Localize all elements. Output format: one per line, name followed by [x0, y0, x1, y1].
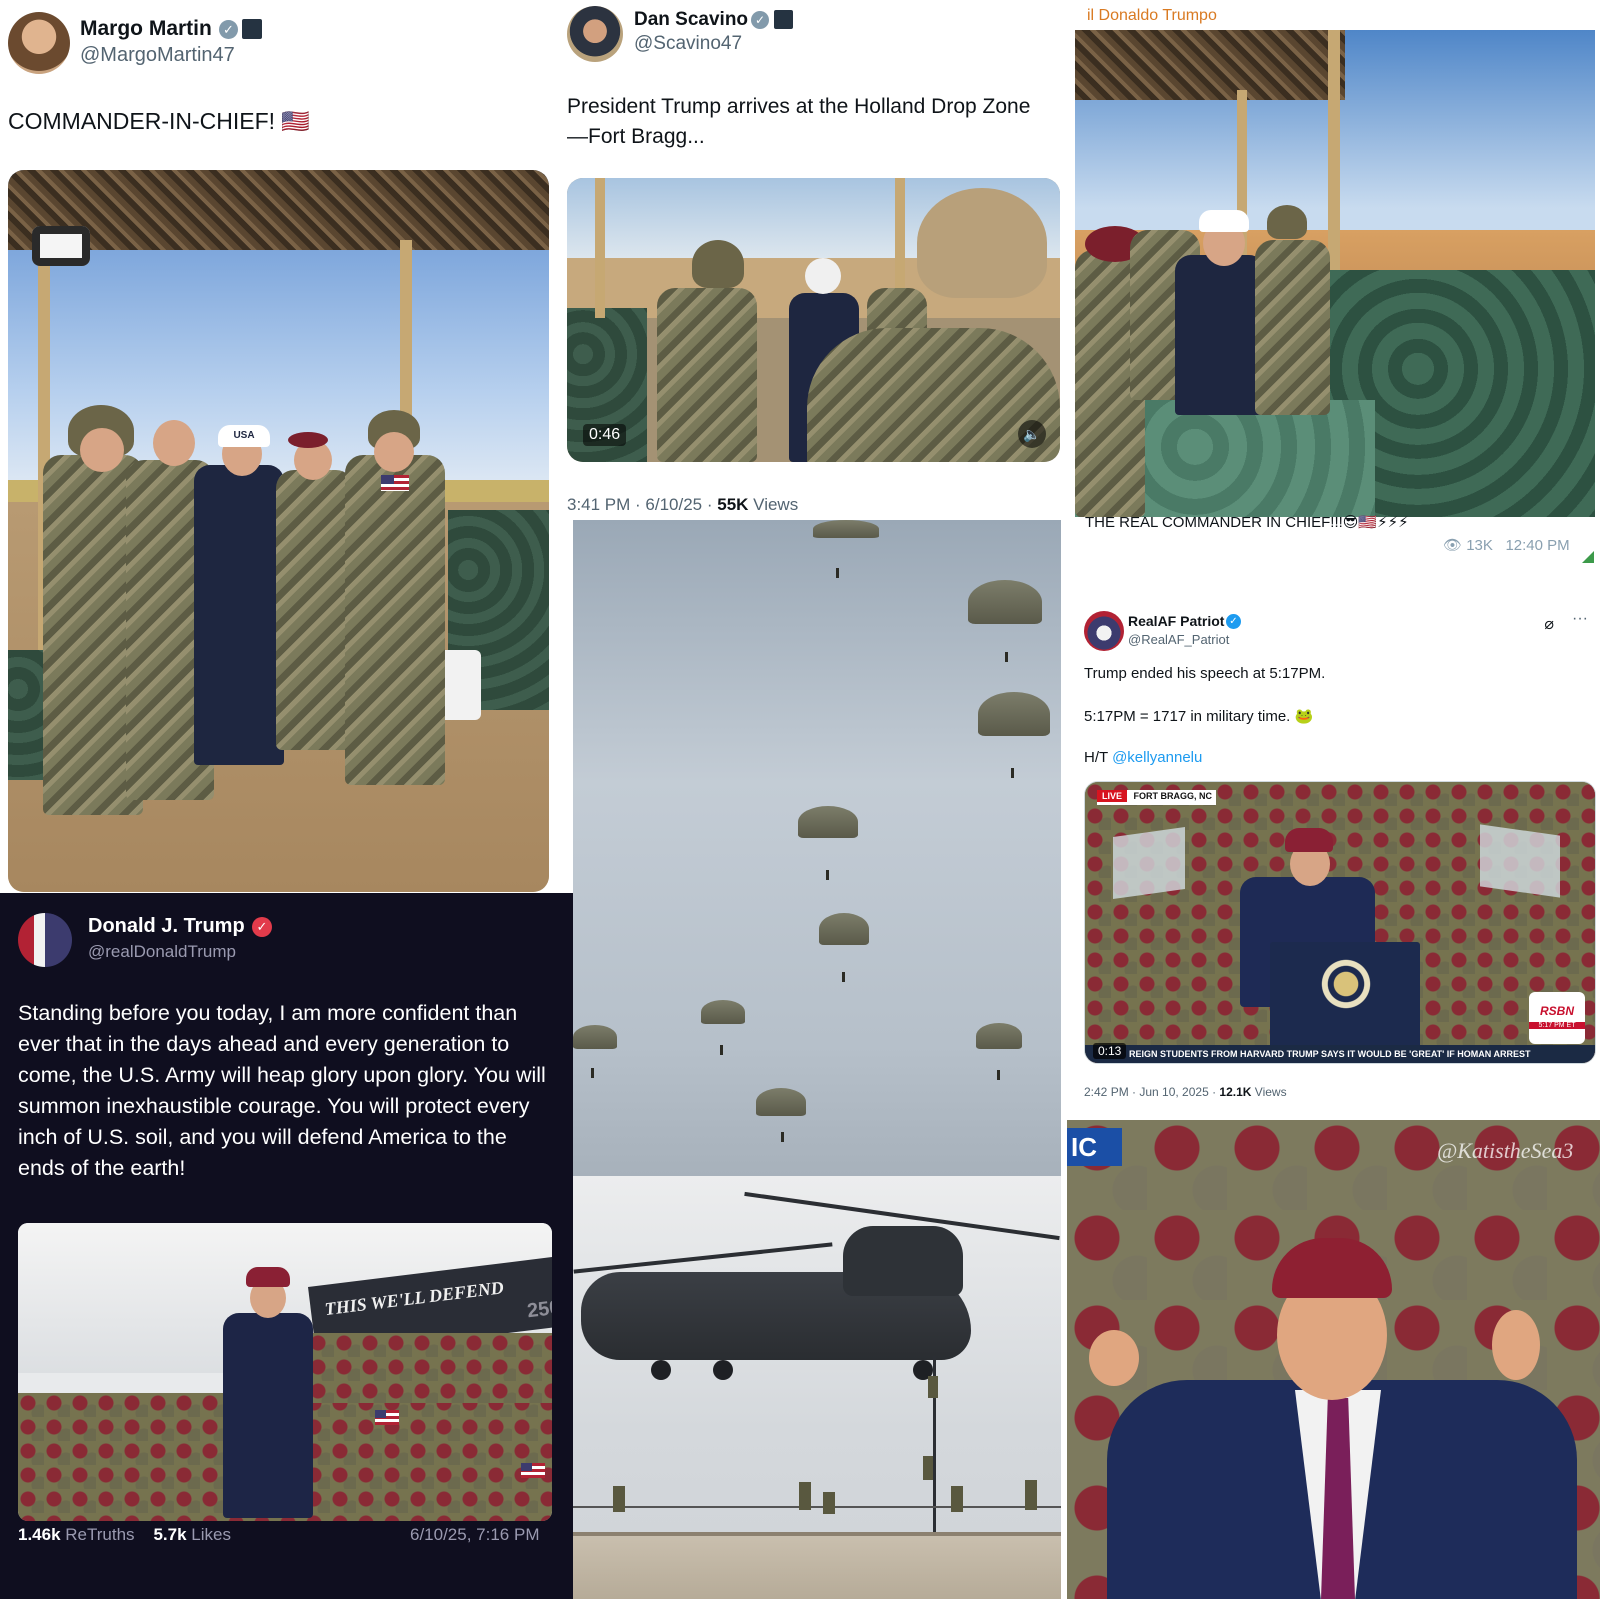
author-handle[interactable]: @realDonaldTrump	[88, 942, 236, 962]
grok-icon[interactable]: ⌀	[1544, 614, 1554, 634]
verified-badge-icon: ✓	[751, 11, 769, 29]
rsbn-logo: RSBN 5:17 PM ET	[1529, 992, 1585, 1044]
teleprompter-right	[1480, 824, 1560, 898]
views-label: Views	[1254, 1085, 1287, 1099]
post-meta: 👁 13K 12:40 PM	[1443, 536, 1570, 554]
hat-tip: H/T @kellyannelu	[1084, 749, 1202, 766]
views-eye-icon: 👁	[1443, 537, 1463, 554]
watermark: @KatistheSea3	[1437, 1138, 1574, 1163]
post-line-1: Trump ended his speech at 5:17PM.	[1084, 665, 1326, 682]
podium	[1270, 942, 1420, 1052]
channel-logo: IC	[1067, 1128, 1122, 1166]
helicopter-photo[interactable]	[573, 1176, 1061, 1599]
likes-count: 5.7k	[153, 1525, 187, 1544]
post-text: Standing before you today, I am more con…	[18, 1001, 546, 1180]
teleprompter-left	[1113, 826, 1185, 900]
post-truth-social[interactable]: Donald J. Trump ✓ @realDonaldTrump Stand…	[0, 893, 573, 1599]
author-handle[interactable]: @RealAF_Patriot	[1128, 632, 1229, 647]
timestamp[interactable]: 6/10/25, 7:16 PM	[410, 1525, 539, 1545]
video-duration: 0:13	[1093, 1043, 1127, 1059]
presidential-seal-icon	[1318, 956, 1374, 1012]
author-name[interactable]: Dan Scavino	[634, 9, 748, 31]
retruths-count: 1.46k	[18, 1525, 61, 1544]
author-handle[interactable]: @MargoMartin47	[80, 44, 235, 67]
views-count: 55K	[717, 495, 749, 514]
post-dan-scavino[interactable]: Dan Scavino ✓ @Scavino47 President Trump…	[553, 0, 1067, 520]
post-margo-martin[interactable]: Margo Martin ✓ @MargoMartin47 COMMANDER-…	[0, 0, 553, 893]
ht-prefix: H/T	[1084, 749, 1113, 766]
floodlight-icon	[32, 226, 90, 266]
verified-badge-icon: ✓	[252, 917, 272, 937]
post-text: COMMANDER-IN-CHIEF! 🇺🇸	[8, 108, 311, 134]
views-count: 12.1K	[1219, 1085, 1252, 1099]
volume-icon[interactable]: 🔈	[1018, 420, 1046, 448]
timestamp[interactable]: 3:41 PM · 6/10/25 ·	[567, 495, 717, 514]
cap: USA	[218, 425, 270, 447]
likes-label[interactable]: Likes	[191, 1525, 231, 1544]
post-il-donaldo-trumpo[interactable]: il Donaldo Trumpo THE REAL COMMANDER IN …	[1067, 0, 1600, 565]
avatar[interactable]	[1084, 611, 1124, 651]
views-label: Views	[753, 495, 799, 514]
caption: THE REAL COMMANDER IN CHIEF!!!😎🇺🇸⚡⚡⚡	[1085, 514, 1409, 531]
news-ticker: REIGN STUDENTS FROM HARVARD TRUMP SAYS I…	[1085, 1045, 1595, 1063]
post-meta: 2:42 PM · Jun 10, 2025 · 12.1K Views	[1084, 1085, 1287, 1099]
post-photo[interactable]: USA	[8, 170, 549, 892]
more-options-icon[interactable]: ···	[1572, 610, 1588, 628]
post-photo[interactable]: THIS WE'LL DEFEND 250	[18, 1223, 552, 1521]
rotor-blade	[573, 1242, 833, 1274]
post-meta: 3:41 PM · 6/10/25 · 55K Views	[567, 495, 798, 515]
navy-suit-figure	[194, 465, 284, 765]
avatar[interactable]	[567, 6, 623, 62]
live-badge: LIVE FORT BRAGG, NC	[1097, 790, 1217, 805]
author-name[interactable]: RealAF Patriot	[1128, 613, 1224, 629]
paratroopers-photo[interactable]	[573, 520, 1061, 1176]
building-roof	[573, 1532, 1061, 1599]
views-count: 13K	[1466, 537, 1493, 554]
retruths-label[interactable]: ReTruths	[65, 1525, 134, 1544]
video-thumbnail[interactable]: LIVE FORT BRAGG, NC RSBN 5:17 PM ET REIG…	[1084, 781, 1596, 1064]
author-handle[interactable]: @Scavino47	[634, 33, 742, 55]
post-photo[interactable]	[1075, 30, 1595, 517]
rally-closeup-photo[interactable]: IC @KatistheSea3	[1067, 1120, 1600, 1599]
post-line-2: 5:17PM = 1717 in military time. 🐸	[1084, 708, 1314, 725]
verified-badge-icon: ✓	[1226, 614, 1241, 629]
avatar[interactable]	[18, 913, 72, 967]
timestamp[interactable]: 2:42 PM · Jun 10, 2025 ·	[1084, 1085, 1219, 1099]
author-name[interactable]: Margo Martin	[80, 17, 212, 41]
video-duration: 0:46	[583, 424, 627, 446]
channel-name[interactable]: il Donaldo Trumpo	[1087, 7, 1217, 25]
avatar[interactable]	[8, 12, 70, 74]
white-house-icon	[242, 19, 262, 39]
author-name[interactable]: Donald J. Trump	[88, 915, 245, 938]
verified-badge-icon: ✓	[219, 20, 238, 39]
white-house-icon	[774, 10, 793, 29]
post-text: President Trump arrives at the Holland D…	[567, 95, 1031, 148]
engagement-stats: 1.46k ReTruths 5.7k Likes	[18, 1525, 231, 1545]
post-realaf-patriot[interactable]: RealAF Patriot ✓ @RealAF_Patriot ⌀ ··· T…	[1067, 565, 1600, 1120]
timestamp: 12:40 PM	[1505, 537, 1570, 554]
trump-figure	[223, 1313, 313, 1518]
video-thumbnail[interactable]: 0:46 🔈	[567, 178, 1060, 462]
message-tail-icon	[1582, 551, 1594, 563]
mention-link[interactable]: @kellyannelu	[1112, 749, 1202, 766]
